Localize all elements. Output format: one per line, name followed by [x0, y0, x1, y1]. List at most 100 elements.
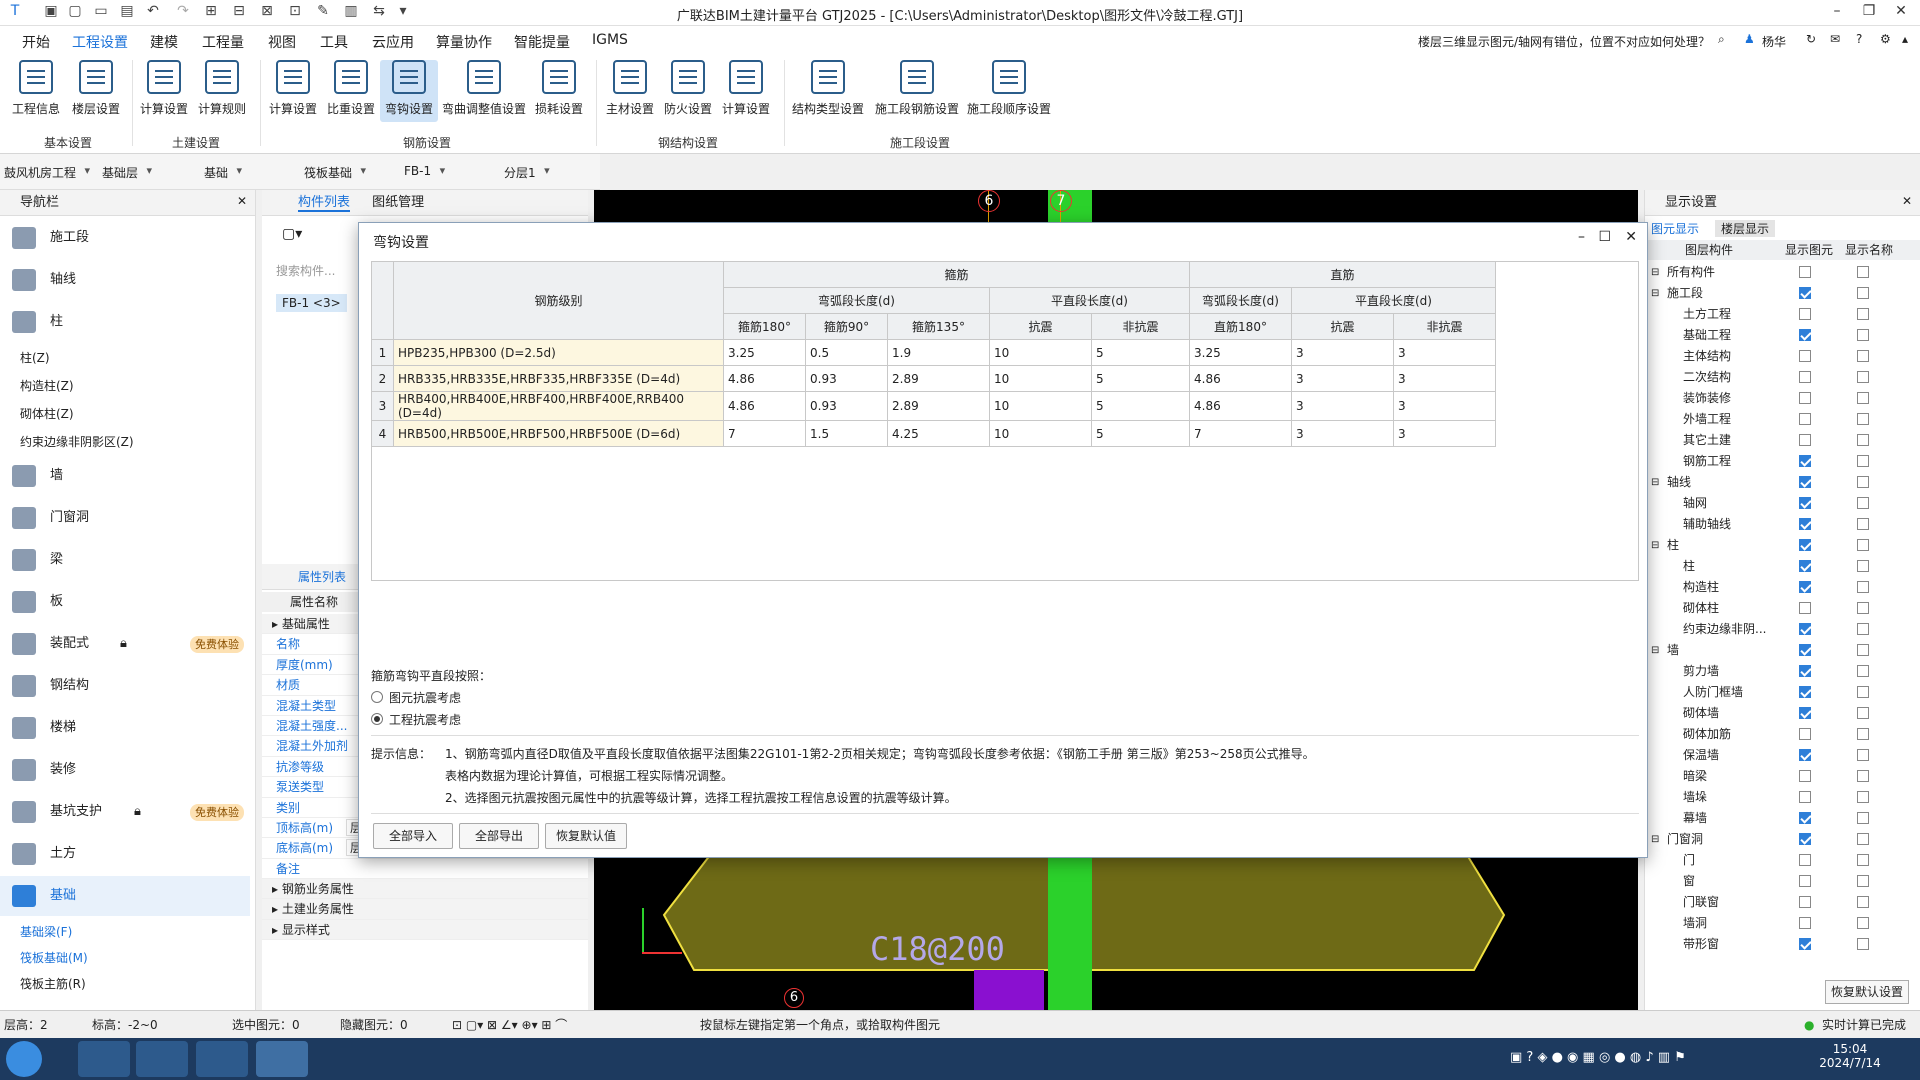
display-tree-row[interactable]: 轴网: [1645, 493, 1920, 514]
show-name-checkbox[interactable]: [1857, 350, 1869, 362]
expand-icon[interactable]: ▸: [272, 923, 282, 937]
minimize-icon[interactable]: –: [1820, 3, 1854, 19]
show-element-checkbox[interactable]: [1799, 665, 1811, 677]
menu-quantity[interactable]: 工程量: [202, 32, 244, 52]
show-element-checkbox[interactable]: [1799, 581, 1811, 593]
tab-property-list[interactable]: 属性列表: [298, 570, 346, 584]
close-window-icon[interactable]: ✕: [1884, 3, 1918, 19]
nav-sub-column[interactable]: 柱(Z): [20, 346, 50, 370]
nav-item-door-window[interactable]: 门窗洞: [0, 498, 250, 538]
display-tree-row[interactable]: 钢筋工程: [1645, 451, 1920, 472]
show-name-checkbox[interactable]: [1857, 791, 1869, 803]
steel-calc-settings-button[interactable]: 计算设置: [716, 60, 776, 122]
show-name-checkbox[interactable]: [1857, 602, 1869, 614]
restore-icon[interactable]: ❐: [1852, 3, 1886, 19]
show-name-checkbox[interactable]: [1857, 644, 1869, 656]
show-element-checkbox[interactable]: [1799, 308, 1811, 320]
menu-collab[interactable]: 算量协作: [436, 32, 492, 52]
show-element-checkbox[interactable]: [1799, 266, 1811, 278]
menu-igms[interactable]: IGMS: [592, 32, 628, 48]
bend-adjust-button[interactable]: 弯曲调整值设置: [440, 60, 528, 122]
expand-icon[interactable]: ▸: [272, 617, 282, 631]
show-name-checkbox[interactable]: [1857, 875, 1869, 887]
display-tree-row[interactable]: 门: [1645, 850, 1920, 871]
menu-start[interactable]: 开始: [22, 32, 50, 52]
collapse-icon[interactable]: ⊟: [1651, 283, 1659, 304]
free-trial-badge[interactable]: 免费体验: [190, 636, 244, 653]
section-rebar-button[interactable]: 施工段钢筋设置: [872, 60, 962, 122]
component-select[interactable]: FB-1: [404, 164, 445, 178]
collapse-icon[interactable]: ⊟: [1651, 262, 1659, 283]
show-name-checkbox[interactable]: [1857, 308, 1869, 320]
value-cell[interactable]: 10: [989, 420, 1092, 447]
component-item[interactable]: FB-1 <3>: [276, 294, 347, 312]
display-tree-row[interactable]: 基础工程: [1645, 325, 1920, 346]
display-tree-row[interactable]: ⊟ 轴线: [1645, 472, 1920, 493]
nav-item-pit-support[interactable]: 基坑支护 🔒︎ 免费体验: [0, 792, 250, 832]
civil-calc-settings-button[interactable]: 计算设置: [134, 60, 194, 122]
display-tree-row[interactable]: ⊟ 门窗洞: [1645, 829, 1920, 850]
show-element-checkbox[interactable]: [1799, 896, 1811, 908]
chat-icon[interactable]: ✉: [1830, 32, 1840, 46]
value-cell[interactable]: 2.89: [887, 391, 990, 421]
show-element-checkbox[interactable]: [1799, 875, 1811, 887]
show-name-checkbox[interactable]: [1857, 770, 1869, 782]
display-tree-row[interactable]: 约束边缘非阴...: [1645, 619, 1920, 640]
help-search-box[interactable]: 楼层三维显示图元/轴网有错位，位置不对应如何处理？: [1418, 33, 1710, 50]
menu-tools[interactable]: 工具: [320, 32, 348, 52]
show-name-checkbox[interactable]: [1857, 833, 1869, 845]
snap-tool-icon[interactable]: ⊡ ▢▾ ⊠ ∠▾ ⊕▾ ⊞ ⌒: [452, 1011, 567, 1039]
show-element-checkbox[interactable]: [1799, 392, 1811, 404]
value-cell[interactable]: 3: [1393, 420, 1496, 447]
show-element-checkbox[interactable]: [1799, 833, 1811, 845]
nav-item-beam[interactable]: 梁: [0, 540, 250, 580]
close-dialog-icon[interactable]: ✕: [1625, 229, 1637, 245]
show-element-checkbox[interactable]: [1799, 539, 1811, 551]
nav-item-column[interactable]: 柱: [0, 302, 250, 342]
display-tree-row[interactable]: 墙洞: [1645, 913, 1920, 934]
collapse-icon[interactable]: ⊟: [1651, 472, 1659, 493]
collapse-ribbon-icon[interactable]: ▴: [1902, 32, 1908, 46]
display-tree-row[interactable]: 墙垛: [1645, 787, 1920, 808]
show-name-checkbox[interactable]: [1857, 581, 1869, 593]
project-info-button[interactable]: 工程信息: [6, 60, 66, 122]
display-tree-row[interactable]: 砌体墙: [1645, 703, 1920, 724]
display-tree-row[interactable]: 暗梁: [1645, 766, 1920, 787]
tab-component-list[interactable]: 构件列表: [298, 195, 351, 212]
value-cell[interactable]: 4.86: [723, 391, 806, 421]
show-name-checkbox[interactable]: [1857, 686, 1869, 698]
show-element-checkbox[interactable]: [1799, 686, 1811, 698]
component-search-input[interactable]: 搜索构件...: [276, 262, 335, 279]
show-name-checkbox[interactable]: [1857, 623, 1869, 635]
value-cell[interactable]: 3: [1393, 391, 1496, 421]
display-tree-row[interactable]: 门联窗: [1645, 892, 1920, 913]
nav-sub-raft-rebar[interactable]: 筏板主筋(R): [20, 972, 86, 996]
show-name-checkbox[interactable]: [1857, 518, 1869, 530]
value-cell[interactable]: 0.5: [805, 339, 888, 366]
value-cell[interactable]: 7: [723, 420, 806, 447]
settings-icon[interactable]: ⚙: [1880, 32, 1891, 46]
value-cell[interactable]: 1.9: [887, 339, 990, 366]
nav-item-decoration[interactable]: 装修: [0, 750, 250, 790]
nav-sub-constructional-column[interactable]: 构造柱(Z): [20, 374, 74, 398]
rebar-calc-settings-button[interactable]: 计算设置: [264, 60, 322, 122]
nav-item-construction-section[interactable]: 施工段: [0, 218, 250, 258]
collapse-icon[interactable]: ⊟: [1651, 535, 1659, 556]
show-name-checkbox[interactable]: [1857, 539, 1869, 551]
user-avatar-icon[interactable]: ♟: [1744, 32, 1755, 46]
show-element-checkbox[interactable]: [1799, 623, 1811, 635]
show-element-checkbox[interactable]: [1799, 413, 1811, 425]
value-cell[interactable]: 3: [1291, 339, 1394, 366]
show-name-checkbox[interactable]: [1857, 560, 1869, 572]
show-element-checkbox[interactable]: [1799, 938, 1811, 950]
nav-item-earthwork[interactable]: 土方: [0, 834, 250, 874]
taskbar-app-2-icon[interactable]: [256, 1041, 308, 1077]
taskbar-browser-icon[interactable]: [196, 1041, 248, 1077]
value-cell[interactable]: 4.25: [887, 420, 990, 447]
nav-item-foundation[interactable]: 基础: [0, 876, 250, 916]
value-cell[interactable]: 0.93: [805, 365, 888, 392]
value-cell[interactable]: 5: [1091, 420, 1190, 447]
hook-settings-button[interactable]: 弯钩设置: [380, 60, 438, 122]
taskbar-app-1-icon[interactable]: [78, 1041, 130, 1077]
value-cell[interactable]: 3: [1393, 365, 1496, 392]
